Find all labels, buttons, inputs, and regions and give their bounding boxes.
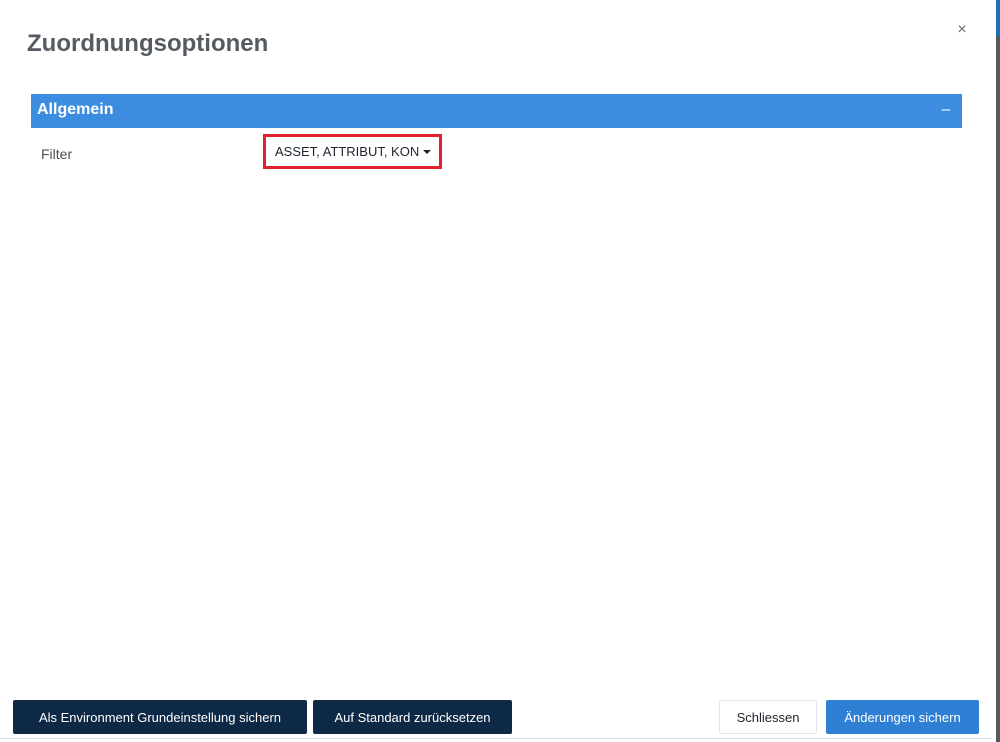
minus-icon[interactable]: – [938, 100, 954, 120]
reset-to-default-button[interactable]: Auf Standard zurücksetzen [313, 700, 512, 734]
section-title: Allgemein [37, 101, 114, 118]
close-icon[interactable]: × [953, 20, 971, 40]
options-dialog: Zuordnungsoptionen × Allgemein – Filter … [0, 0, 993, 742]
filter-dropdown[interactable]: ASSET, ATTRIBUT, KON [263, 134, 442, 169]
save-environment-default-button[interactable]: Als Environment Grundeinstellung sichern [13, 700, 307, 734]
section-header-allgemein[interactable]: Allgemein – [31, 94, 962, 128]
save-changes-button[interactable]: Änderungen sichern [826, 700, 979, 734]
close-button[interactable]: Schliessen [719, 700, 817, 734]
filter-label: Filter [41, 146, 73, 162]
caret-down-icon [423, 150, 431, 154]
footer-divider [0, 738, 992, 739]
window-edge [992, 0, 1000, 742]
filter-selected-value: ASSET, ATTRIBUT, KON [275, 144, 420, 159]
dialog-title: Zuordnungsoptionen [27, 30, 269, 57]
